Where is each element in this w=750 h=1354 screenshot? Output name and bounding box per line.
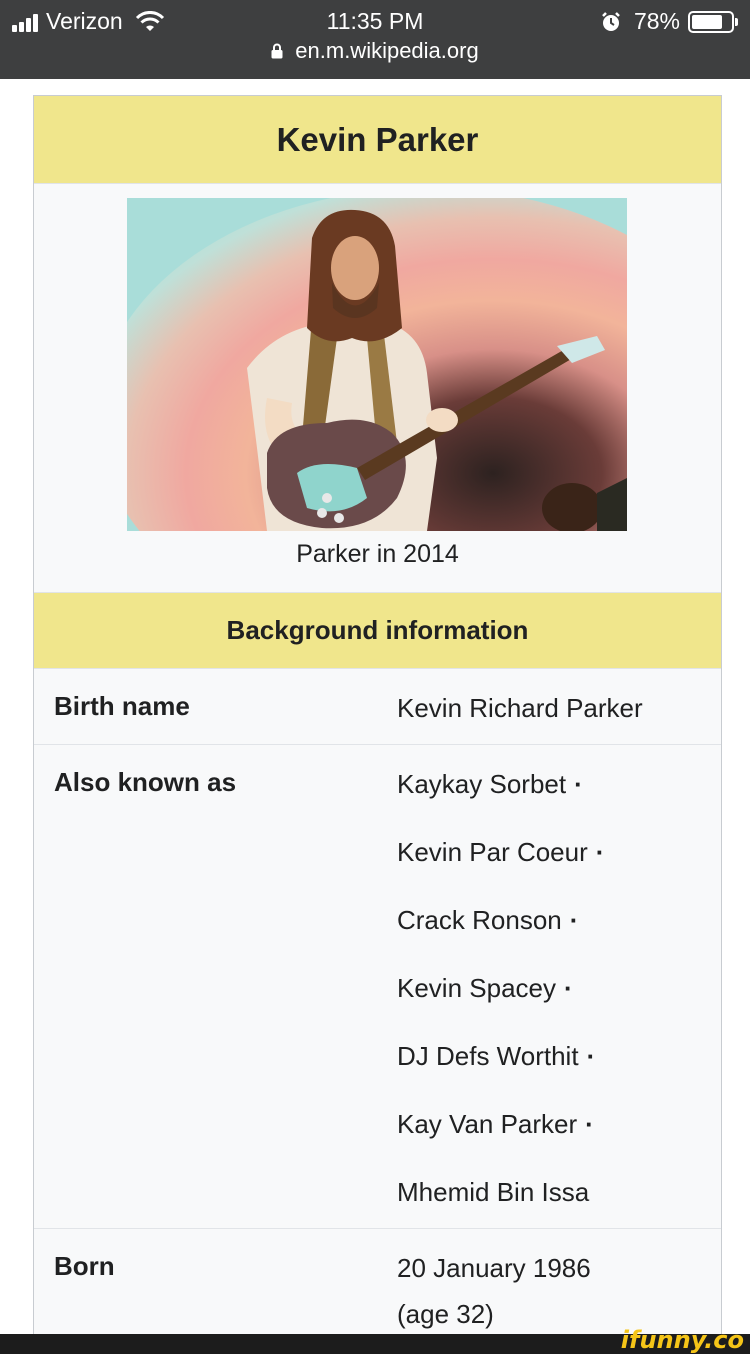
status-right: 78% (600, 8, 738, 35)
birth-name-value: Kevin Richard Parker (397, 693, 643, 723)
battery-percent: 78% (633, 8, 680, 34)
also-known-as-label: Also known as (54, 767, 237, 797)
list-item: Crack Ronson · (397, 905, 579, 935)
list-item: Kaykay Sorbet · (397, 769, 583, 799)
born-age: (age 32) (397, 1299, 494, 1329)
section-header-background: Background information (34, 593, 721, 669)
list-item: Kay Van Parker · (397, 1109, 594, 1139)
url-text: en.m.wikipedia.org (295, 38, 479, 63)
separator-dot: · (595, 837, 605, 867)
separator-dot: · (586, 1041, 596, 1071)
born-date: 20 January 1986 (397, 1253, 591, 1283)
separator-dot: · (569, 905, 579, 935)
watermark-bar: ifunny.co (0, 1326, 750, 1354)
watermark-logo: ifunny.co (620, 1326, 744, 1354)
address-bar[interactable]: en.m.wikipedia.org (0, 38, 750, 64)
list-item: DJ Defs Worthit · (397, 1041, 596, 1071)
artist-photo[interactable] (127, 198, 627, 531)
infobox: Kevin Parker Parker in 2014 Background i… (33, 95, 722, 1345)
row-birth-name: Birth name Kevin Richard Parker (34, 669, 721, 745)
separator-dot: · (574, 769, 583, 799)
birth-name-label: Birth name (54, 691, 190, 721)
list-item: Kevin Spacey · (397, 973, 573, 1003)
alarm-clock-icon (602, 11, 620, 31)
list-item: Kevin Par Coeur · (397, 837, 605, 867)
photo-caption: Parker in 2014 (296, 540, 459, 568)
separator-dot: · (563, 973, 573, 1003)
born-label: Born (54, 1251, 115, 1281)
infobox-title: Kevin Parker (34, 96, 721, 184)
row-also-known-as: Also known as Kaykay Sorbet · Kevin Par C… (34, 745, 721, 1229)
status-bar: Verizon 11:35 PM 78% en.m.wikipedia.org (0, 0, 750, 79)
lock-icon (271, 43, 283, 59)
row-born: Born 20 January 1986 (age 32) (34, 1229, 721, 1345)
photo-illustration (127, 198, 627, 531)
battery-icon (688, 10, 738, 33)
also-known-as-list: Kaykay Sorbet · Kevin Par Coeur · Crack Ro… (397, 769, 604, 1245)
photo-cell: Parker in 2014 (34, 184, 721, 593)
separator-dot: · (585, 1109, 594, 1139)
